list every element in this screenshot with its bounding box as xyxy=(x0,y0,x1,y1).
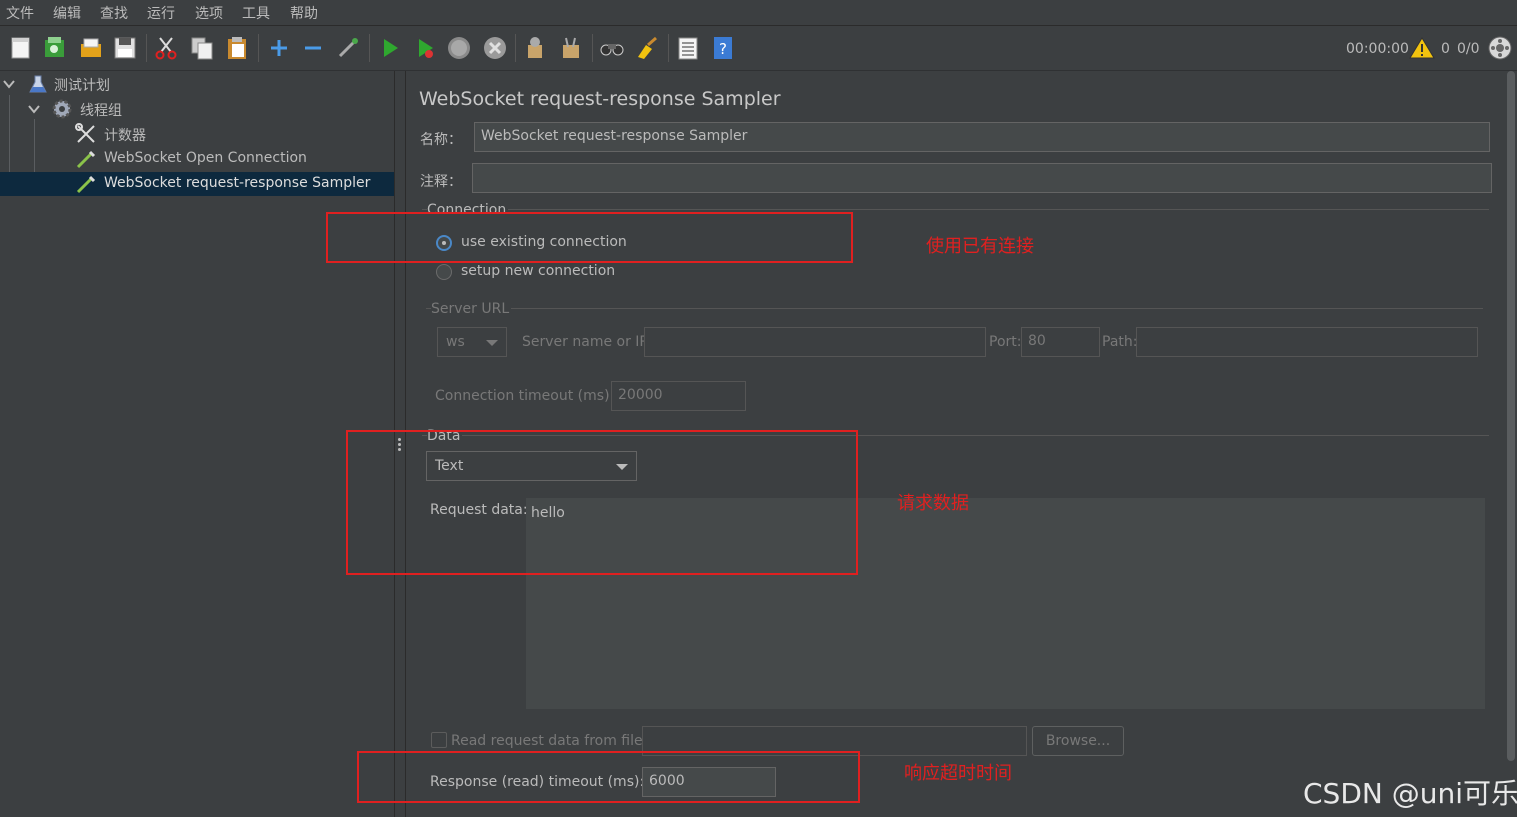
toolbar-separator xyxy=(369,34,370,62)
name-label: 名称： xyxy=(420,132,462,148)
toolbar: ? 00:00:00 0 0/0 xyxy=(0,26,1517,71)
tree-item-counter[interactable]: 计数器 xyxy=(0,122,394,146)
server-group-border xyxy=(426,308,1483,309)
server-legend: Server URL xyxy=(431,301,512,317)
connection-timeout-input[interactable]: 20000 xyxy=(611,381,746,411)
server-input[interactable] xyxy=(644,327,986,357)
tree-item-label: WebSocket Open Connection xyxy=(104,150,307,166)
tools-icon xyxy=(75,123,95,143)
toolbar-separator xyxy=(668,34,669,62)
svg-text:?: ? xyxy=(719,40,727,58)
read-from-file-label: Read request data from file: xyxy=(451,733,648,749)
menu-search[interactable]: 查找 xyxy=(100,3,128,23)
setup-new-label[interactable]: setup new connection xyxy=(461,263,615,279)
annotation-box-timeout xyxy=(357,751,860,803)
path-input[interactable] xyxy=(1136,327,1478,357)
help-icon[interactable]: ? xyxy=(710,35,736,61)
start-icon[interactable] xyxy=(377,35,403,61)
gear-icon xyxy=(52,99,72,119)
browse-button[interactable]: Browse... xyxy=(1032,726,1124,756)
new-icon[interactable] xyxy=(8,35,34,61)
shutdown-icon[interactable] xyxy=(482,35,508,61)
thread-count: 0/0 xyxy=(1457,41,1480,57)
toolbar-separator xyxy=(592,34,593,62)
protocol-select[interactable]: ws xyxy=(437,327,507,357)
stop-icon[interactable] xyxy=(446,35,472,61)
port-input[interactable]: 80 xyxy=(1021,327,1100,357)
annotation-response-timeout: 响应超时时间 xyxy=(904,763,1012,784)
tree-item-thread-group[interactable]: 线程组 xyxy=(0,97,394,121)
comment-label: 注释： xyxy=(420,174,462,190)
toolbar-separator xyxy=(258,34,259,62)
copy-icon[interactable] xyxy=(189,35,215,61)
tree-item-label: 线程组 xyxy=(80,103,122,119)
cut-icon[interactable] xyxy=(153,35,179,61)
pipette-icon xyxy=(76,150,96,169)
panel-title: WebSocket request-response Sampler xyxy=(419,88,781,110)
reset-search-icon[interactable] xyxy=(634,35,660,61)
annotation-request-data: 请求数据 xyxy=(897,493,969,514)
server-label: Server name or IP: xyxy=(522,334,653,350)
clear-icon[interactable] xyxy=(522,35,548,61)
search-icon[interactable] xyxy=(599,35,625,61)
annotation-box-connection xyxy=(326,212,853,263)
menu-edit[interactable]: 编辑 xyxy=(53,3,81,23)
expand-icon[interactable] xyxy=(266,35,292,61)
tree-item-label: 计数器 xyxy=(104,128,146,144)
menu-options[interactable]: 选项 xyxy=(195,3,223,23)
flask-icon xyxy=(29,75,47,93)
menu-run[interactable]: 运行 xyxy=(147,3,175,23)
comment-input[interactable] xyxy=(472,163,1492,193)
tree-item-label: 测试计划 xyxy=(54,78,110,94)
vertical-scrollbar[interactable] xyxy=(1504,71,1517,817)
tree-item-ws-sampler[interactable]: WebSocket request-response Sampler xyxy=(0,172,394,196)
chevron-down-icon xyxy=(486,340,498,346)
open-icon[interactable] xyxy=(78,35,104,61)
pipette-icon xyxy=(76,175,96,194)
test-plan-tree: 测试计划 线程组 计数器 WebSocket Open Connection W… xyxy=(0,71,394,817)
toolbar-separator xyxy=(515,34,516,62)
tree-item-ws-open[interactable]: WebSocket Open Connection xyxy=(0,147,394,171)
chevron-down-icon[interactable] xyxy=(28,103,40,115)
start-no-pause-icon[interactable] xyxy=(412,35,438,61)
name-input[interactable]: WebSocket request-response Sampler xyxy=(474,122,1490,152)
chevron-down-icon[interactable] xyxy=(3,78,15,90)
connection-group-border xyxy=(422,209,1489,210)
setup-new-radio[interactable] xyxy=(436,264,452,280)
function-helper-icon[interactable] xyxy=(675,35,701,61)
menu-help[interactable]: 帮助 xyxy=(290,3,318,23)
templates-icon[interactable] xyxy=(42,35,68,61)
warning-icon[interactable] xyxy=(1409,36,1435,60)
clear-all-icon[interactable] xyxy=(558,35,584,61)
port-label: Port: xyxy=(989,334,1022,350)
connection-timeout-label: Connection timeout (ms): xyxy=(435,388,615,404)
elapsed-timer: 00:00:00 xyxy=(1346,41,1409,57)
read-from-file-checkbox[interactable] xyxy=(431,732,447,748)
toolbar-separator xyxy=(146,34,147,62)
tree-item-test-plan[interactable]: 测试计划 xyxy=(0,72,394,96)
scrollbar-thumb[interactable] xyxy=(1507,71,1515,761)
menu-file[interactable]: 文件 xyxy=(6,3,34,23)
annotation-box-data xyxy=(346,430,858,575)
warning-count: 0 xyxy=(1441,41,1450,57)
menu-bar: 文件 编辑 查找 运行 选项 工具 帮助 xyxy=(0,0,1517,26)
paste-icon[interactable] xyxy=(224,35,250,61)
remote-status-icon xyxy=(1488,36,1512,60)
tree-item-label: WebSocket request-response Sampler xyxy=(104,175,371,191)
menu-tools[interactable]: 工具 xyxy=(242,3,270,23)
collapse-icon[interactable] xyxy=(300,35,326,61)
watermark: CSDN @uni可乐 xyxy=(1303,777,1517,810)
save-icon[interactable] xyxy=(112,35,138,61)
annotation-existing-connection: 使用已有连接 xyxy=(926,236,1034,257)
toggle-icon[interactable] xyxy=(335,35,361,61)
protocol-value: ws xyxy=(446,334,465,350)
path-label: Path: xyxy=(1102,334,1138,350)
